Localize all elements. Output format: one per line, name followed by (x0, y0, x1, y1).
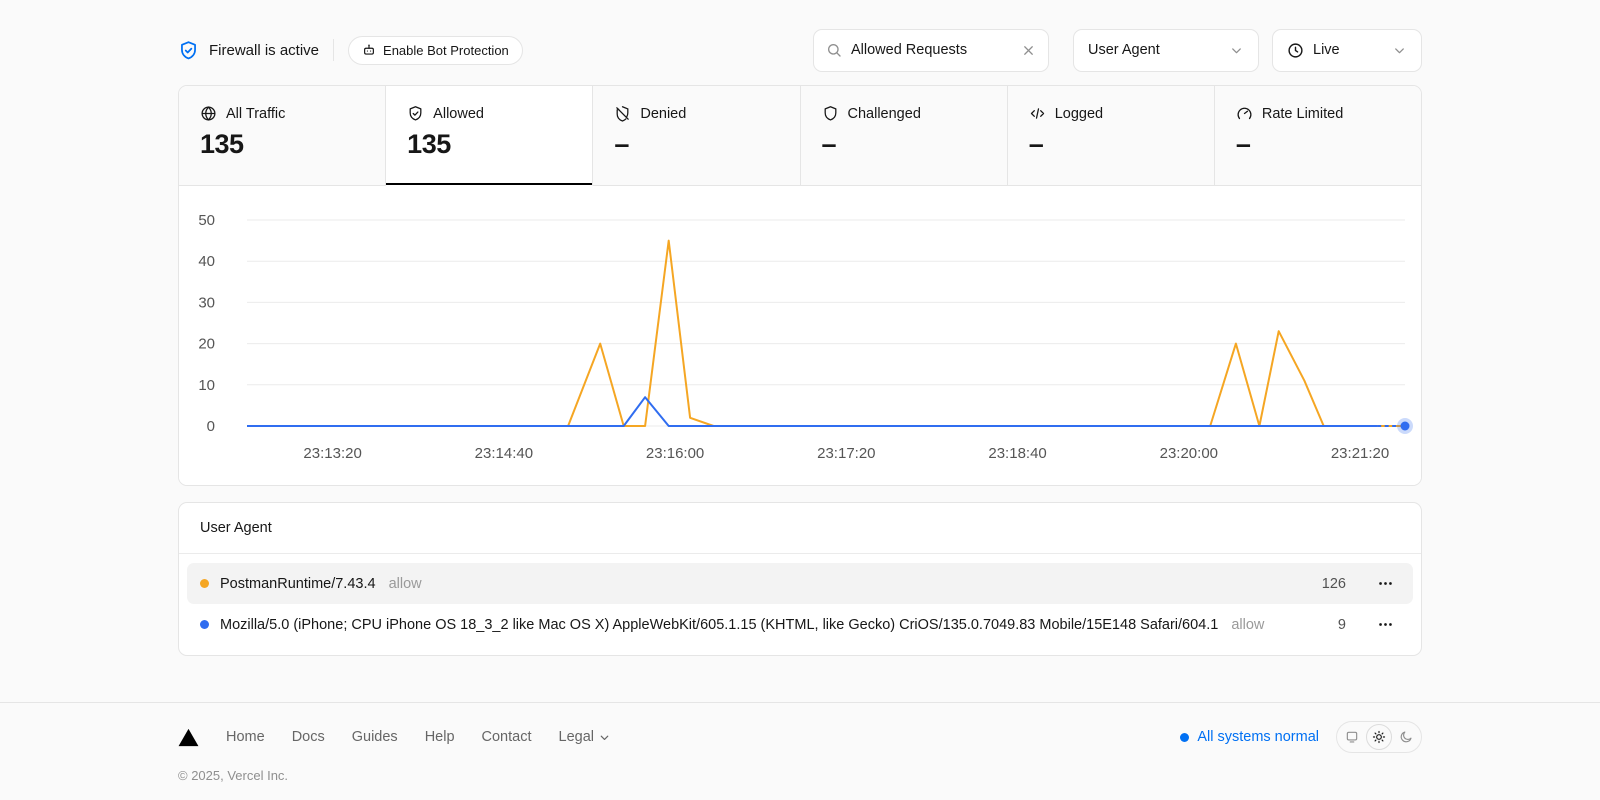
tab-rate-limited-value: – (1236, 129, 1400, 160)
table-title: User Agent (179, 503, 1421, 554)
gauge-icon (1236, 105, 1253, 122)
group-by-select[interactable]: User Agent (1073, 29, 1259, 72)
tab-allowed[interactable]: Allowed 135 (386, 86, 593, 186)
footer-link-contact[interactable]: Contact (482, 729, 532, 745)
action-badge: allow (389, 576, 422, 592)
copyright: © 2025, Vercel Inc. (178, 768, 1422, 783)
topbar: Firewall is active Enable Bot Protection… (178, 28, 1422, 72)
tab-logged[interactable]: Logged – (1008, 86, 1215, 186)
search-input[interactable]: Allowed Requests (813, 29, 1049, 72)
footer-link-guides[interactable]: Guides (352, 729, 398, 745)
status-dot (1180, 733, 1189, 742)
system-status-link[interactable]: All systems normal (1180, 729, 1319, 745)
time-range-select[interactable]: Live (1272, 29, 1422, 72)
user-agent-value: PostmanRuntime/7.43.4 (220, 576, 376, 592)
divider (333, 39, 334, 61)
chevron-down-icon (598, 731, 611, 744)
svg-text:30: 30 (198, 294, 215, 311)
ellipsis-icon (1377, 616, 1394, 633)
action-badge: allow (1231, 617, 1264, 633)
vercel-logo[interactable] (178, 728, 199, 747)
footer-link-help[interactable]: Help (425, 729, 455, 745)
svg-text:40: 40 (198, 253, 215, 270)
chevron-down-icon (1229, 43, 1244, 58)
footer-legal-menu[interactable]: Legal (559, 729, 611, 745)
series-dot (200, 579, 209, 588)
clear-search-icon[interactable] (1021, 43, 1036, 58)
tab-rate-limited[interactable]: Rate Limited – (1215, 86, 1421, 186)
svg-text:50: 50 (198, 212, 215, 229)
firewall-status-label: Firewall is active (209, 42, 319, 59)
footer: Home Docs Guides Help Contact Legal All … (0, 702, 1600, 783)
tab-all-traffic[interactable]: All Traffic 135 (179, 86, 386, 186)
table-row[interactable]: Mozilla/5.0 (iPhone; CPU iPhone OS 18_3_… (187, 604, 1413, 645)
line-chart: 0 10 20 30 40 50 23:13:20 23:14:40 23:16:00 23:17… (179, 196, 1421, 480)
shield-off-icon (614, 105, 631, 122)
theme-dark-button[interactable] (1393, 724, 1419, 750)
row-menu-button[interactable] (1371, 573, 1400, 594)
enable-bot-protection-button[interactable]: Enable Bot Protection (348, 36, 523, 65)
tab-challenged-value: – (822, 129, 986, 160)
status-label: All systems normal (1197, 729, 1319, 745)
globe-icon (200, 105, 217, 122)
tab-all-traffic-value: 135 (200, 129, 364, 160)
group-by-value: User Agent (1088, 42, 1160, 58)
user-agent-value: Mozilla/5.0 (iPhone; CPU iPhone OS 18_3_… (220, 617, 1218, 633)
user-agent-panel: User Agent PostmanRuntime/7.43.4 allow 1… (178, 502, 1422, 656)
table-row[interactable]: PostmanRuntime/7.43.4 allow 126 (187, 563, 1413, 604)
svg-text:0: 0 (207, 418, 215, 435)
time-range-value: Live (1313, 42, 1383, 58)
footer-link-docs[interactable]: Docs (292, 729, 325, 745)
bot-protection-label: Enable Bot Protection (383, 43, 509, 58)
moon-icon (1399, 730, 1413, 744)
firewall-status: Firewall is active (178, 40, 319, 61)
tab-logged-value: – (1029, 129, 1193, 160)
svg-text:23:16:00: 23:16:00 (646, 445, 704, 462)
shield-icon (822, 105, 839, 122)
theme-switcher (1336, 721, 1422, 753)
traffic-panel: All Traffic 135 Allowed 135 Denied – Cha… (178, 85, 1422, 486)
sun-icon (1372, 730, 1386, 744)
firewall-page: Firewall is active Enable Bot Protection… (178, 0, 1422, 656)
svg-text:23:17:20: 23:17:20 (817, 445, 875, 462)
svg-text:23:21:20: 23:21:20 (1331, 445, 1389, 462)
shield-check-icon (178, 40, 199, 61)
clock-icon (1287, 42, 1304, 59)
request-count: 126 (1322, 576, 1360, 592)
tab-denied-value: – (614, 129, 778, 160)
request-count: 9 (1338, 617, 1360, 633)
chevron-down-icon (1392, 43, 1407, 58)
svg-text:23:18:40: 23:18:40 (988, 445, 1046, 462)
svg-text:23:13:20: 23:13:20 (303, 445, 361, 462)
svg-text:10: 10 (198, 377, 215, 394)
theme-system-button[interactable] (1339, 724, 1365, 750)
theme-light-button[interactable] (1366, 724, 1392, 750)
series-dot (200, 620, 209, 629)
traffic-chart[interactable]: 0 10 20 30 40 50 23:13:20 23:14:40 23:16:00 23:17… (179, 186, 1421, 485)
tab-allowed-value: 135 (407, 129, 571, 160)
shield-check-icon (407, 105, 424, 122)
search-value: Allowed Requests (851, 42, 1012, 58)
tab-denied[interactable]: Denied – (593, 86, 800, 186)
row-menu-button[interactable] (1371, 614, 1400, 635)
code-icon (1029, 105, 1046, 122)
ellipsis-icon (1377, 575, 1394, 592)
tab-challenged[interactable]: Challenged – (801, 86, 1008, 186)
monitor-icon (1345, 730, 1359, 744)
search-icon (826, 42, 842, 58)
svg-text:20: 20 (198, 336, 215, 353)
svg-text:23:20:00: 23:20:00 (1160, 445, 1218, 462)
footer-link-home[interactable]: Home (226, 729, 265, 745)
svg-text:23:14:40: 23:14:40 (475, 445, 533, 462)
bot-icon (362, 43, 376, 57)
traffic-tabs: All Traffic 135 Allowed 135 Denied – Cha… (179, 86, 1421, 186)
